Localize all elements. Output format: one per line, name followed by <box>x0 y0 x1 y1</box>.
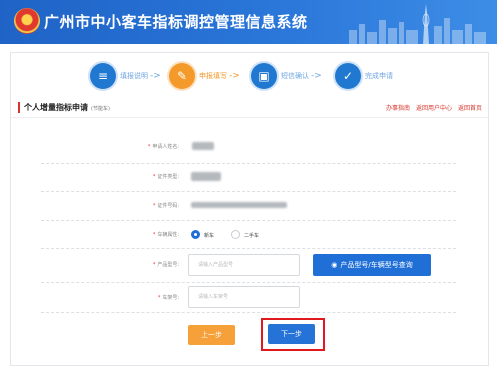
city-skyline-icon <box>349 4 486 44</box>
app-title: 广州市中小客车指标调控管理信息系统 <box>44 13 308 31</box>
arrow-right-icon: -> <box>311 71 322 81</box>
app-header: 广州市中小客车指标调控管理信息系统 <box>0 0 497 44</box>
application-card: ≡ 填报说明 -> ✎ 申报填写 -> ▣ 短信确认 -> ✓ 完成申请 个人增… <box>10 52 489 366</box>
step-label: 短信确认 <box>281 72 309 80</box>
new-car-radio[interactable] <box>191 230 200 239</box>
section-header: 个人增量指标申请 (节能车) 办事指南 返回用户中心 返回首页 <box>11 99 488 118</box>
eye-icon: ◉ <box>331 261 338 269</box>
emblem-logo <box>14 8 40 34</box>
product-model-row: *产品型号: ◉产品型号/车辆型号查询 <box>41 248 456 283</box>
id-number-row: * 证件号码: <box>41 191 456 221</box>
step-label: 完成申请 <box>365 72 393 80</box>
product-model-input[interactable] <box>188 254 300 276</box>
next-step-highlight-box <box>261 318 325 351</box>
used-car-label: 二手车 <box>244 233 260 239</box>
list-icon: ≡ <box>90 63 116 89</box>
user-center-link[interactable]: 返回用户中心 <box>416 105 452 112</box>
id-type-label: * 证件类型: <box>152 174 179 180</box>
applicant-name-value-redacted <box>192 142 214 150</box>
id-type-row: * 证件类型: <box>41 163 456 192</box>
used-car-radio[interactable] <box>231 230 240 239</box>
vin-label: * 车架号: <box>157 295 179 301</box>
section-accent-bar <box>18 102 20 113</box>
section-title: 个人增量指标申请 (节能车) <box>24 102 110 113</box>
step-fill-application: ✎ 申报填写 -> <box>169 61 240 91</box>
step-label: 申报填写 <box>199 72 227 80</box>
progress-steps: ≡ 填报说明 -> ✎ 申报填写 -> ▣ 短信确认 -> ✓ 完成申请 <box>11 61 488 91</box>
home-link[interactable]: 返回首页 <box>458 105 482 112</box>
applicant-name-label: * 申请人姓名: <box>147 144 179 150</box>
document-check-icon: ✓ <box>335 63 361 89</box>
product-query-label: 产品型号/车辆型号查询 <box>340 261 413 269</box>
prev-step-button[interactable]: 上一步 <box>188 325 235 345</box>
edit-icon: ✎ <box>169 63 195 89</box>
id-number-label: * 证件号码: <box>152 203 179 209</box>
step-sms-confirm: ▣ 短信确认 -> <box>251 61 322 91</box>
section-subtitle: (节能车) <box>91 106 110 112</box>
header-links: 办事指南 返回用户中心 返回首页 <box>380 103 482 112</box>
arrow-right-icon: -> <box>150 71 161 81</box>
step-label: 填报说明 <box>120 72 148 80</box>
id-type-value-redacted <box>191 172 221 181</box>
new-car-label: 新车 <box>204 233 215 239</box>
vehicle-type-label: * 车辆属性: <box>152 232 179 238</box>
sms-icon: ▣ <box>251 63 277 89</box>
product-query-button[interactable]: ◉ 产品型号/车辆型号查询 <box>313 254 431 276</box>
id-number-value-redacted <box>191 202 287 208</box>
vehicle-type-row: * 车辆属性: 新车 二手车 <box>41 220 456 249</box>
step-fill-instructions: ≡ 填报说明 -> <box>90 61 161 91</box>
vin-row: * 车架号: <box>41 282 456 313</box>
guide-link[interactable]: 办事指南 <box>386 105 410 112</box>
arrow-right-icon: -> <box>229 71 240 81</box>
section-title-text: 个人增量指标申请 <box>24 103 88 112</box>
step-complete: ✓ 完成申请 <box>335 61 393 91</box>
product-model-label: * 产品型号: <box>152 262 179 268</box>
applicant-name-row: * 申请人姓名: <box>41 133 456 164</box>
vin-input[interactable] <box>188 286 300 308</box>
